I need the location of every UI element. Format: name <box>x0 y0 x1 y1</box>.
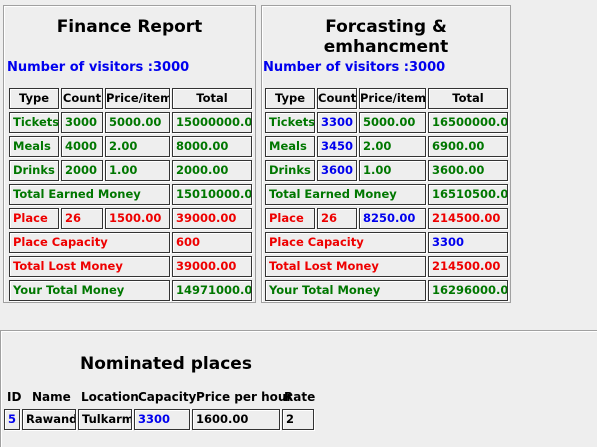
nominated-header-location: Location <box>81 390 139 404</box>
finance-earned-label: Total Earned Money <box>9 184 170 205</box>
forecast-meals-count[interactable]: 3450 <box>317 136 357 157</box>
forecast-meals-price: 2.00 <box>359 136 426 157</box>
nominated-row-rate: 2 <box>282 409 314 430</box>
finance-tickets-type: Tickets <box>9 112 59 133</box>
forecast-tickets-type: Tickets <box>265 112 315 133</box>
forecast-tickets-total: 16500000.00 <box>428 112 508 133</box>
forecast-capacity-label: Place Capacity <box>265 232 426 253</box>
finance-tickets-price: 5000.00 <box>105 112 170 133</box>
nominated-places-panel: Nominated places ID Name Location Capaci… <box>0 330 597 447</box>
forecast-visitors: Number of visitors :3000 <box>263 60 446 75</box>
finance-meals-type: Meals <box>9 136 59 157</box>
finance-meals-price: 2.00 <box>105 136 170 157</box>
finance-place-price: 1500.00 <box>105 208 170 229</box>
forecast-drinks-count[interactable]: 3600 <box>317 160 357 181</box>
nominated-row-name: Rawand <box>22 409 76 430</box>
nominated-header-capacity: Capacity <box>138 390 197 404</box>
forecast-panel: Forcasting & emhancment Number of visito… <box>261 5 511 303</box>
forecast-your-total-value: 16296000.00 <box>428 280 508 301</box>
forecast-place-type: Place <box>265 208 315 229</box>
forecast-earned-label: Total Earned Money <box>265 184 426 205</box>
finance-place-total: 39000.00 <box>172 208 252 229</box>
forecast-drinks-price: 1.00 <box>359 160 426 181</box>
finance-header-count: Count <box>61 88 103 109</box>
finance-drinks-count: 2000 <box>61 160 103 181</box>
forecast-lost-value: 214500.00 <box>428 256 508 277</box>
finance-title: Finance Report <box>56 17 203 37</box>
forecast-place-total: 214500.00 <box>428 208 508 229</box>
finance-meals-count: 4000 <box>61 136 103 157</box>
finance-capacity-label: Place Capacity <box>9 232 170 253</box>
forecast-header-count: Count <box>317 88 357 109</box>
nominated-header-rate: Rate <box>284 390 316 404</box>
finance-place-count: 26 <box>61 208 103 229</box>
nominated-row-id: 5 <box>4 409 20 430</box>
finance-place-type: Place <box>9 208 59 229</box>
forecast-drinks-total: 3600.00 <box>428 160 508 181</box>
finance-your-total-value: 14971000.00 <box>172 280 252 301</box>
nominated-row-capacity: 3300 <box>134 409 190 430</box>
nominated-title: Nominated places <box>80 354 252 374</box>
finance-lost-value: 39000.00 <box>172 256 252 277</box>
nominated-header-id: ID <box>7 390 22 404</box>
finance-tickets-total: 15000000.00 <box>172 112 252 133</box>
nominated-header-price: Price per hour <box>196 390 293 404</box>
forecast-tickets-count[interactable]: 3300 <box>317 112 357 133</box>
forecast-title: Forcasting & emhancment <box>323 17 449 57</box>
forecast-lost-label: Total Lost Money <box>265 256 426 277</box>
forecast-drinks-type: Drinks <box>265 160 315 181</box>
finance-drinks-total: 2000.00 <box>172 160 252 181</box>
forecast-capacity-value[interactable]: 3300 <box>428 232 508 253</box>
nominated-row-price: 1600.00 <box>192 409 280 430</box>
finance-meals-total: 8000.00 <box>172 136 252 157</box>
finance-capacity-value: 600 <box>172 232 252 253</box>
forecast-header-type: Type <box>265 88 315 109</box>
finance-report-panel: Finance Report Number of visitors :3000 … <box>3 5 256 303</box>
forecast-meals-type: Meals <box>265 136 315 157</box>
finance-visitors: Number of visitors :3000 <box>7 60 190 75</box>
forecast-header-price: Price/item <box>359 88 426 109</box>
forecast-tickets-price: 5000.00 <box>359 112 426 133</box>
forecast-your-total-label: Your Total Money <box>265 280 426 301</box>
forecast-header-total: Total <box>428 88 508 109</box>
finance-your-total-label: Your Total Money <box>9 280 170 301</box>
nominated-header-name: Name <box>32 390 71 404</box>
forecast-place-count: 26 <box>317 208 357 229</box>
forecast-place-price[interactable]: 8250.00 <box>359 208 426 229</box>
finance-earned-value: 15010000.00 <box>172 184 252 205</box>
finance-lost-label: Total Lost Money <box>9 256 170 277</box>
finance-header-price: Price/item <box>105 88 170 109</box>
finance-tickets-count: 3000 <box>61 112 103 133</box>
finance-header-total: Total <box>172 88 252 109</box>
forecast-meals-total: 6900.00 <box>428 136 508 157</box>
finance-drinks-price: 1.00 <box>105 160 170 181</box>
finance-header-type: Type <box>9 88 59 109</box>
finance-drinks-type: Drinks <box>9 160 59 181</box>
nominated-row-location: Tulkarm <box>78 409 132 430</box>
forecast-earned-value: 16510500.00 <box>428 184 508 205</box>
